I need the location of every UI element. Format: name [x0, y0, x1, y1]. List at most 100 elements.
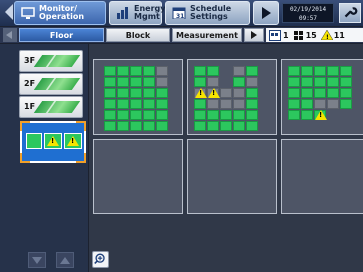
floor-scroll-up-button[interactable] — [56, 252, 74, 268]
unit-cell[interactable] — [207, 99, 219, 109]
unit-cell[interactable] — [220, 88, 232, 98]
unit-cell[interactable] — [156, 77, 168, 87]
block-card-empty[interactable] — [187, 139, 277, 214]
block-card[interactable]: ! — [281, 59, 363, 135]
unit-cell[interactable] — [130, 88, 142, 98]
unit-cell[interactable] — [156, 99, 168, 109]
unit-cell[interactable] — [220, 110, 232, 120]
unit-cell[interactable] — [143, 66, 155, 76]
unit-cell[interactable] — [117, 66, 129, 76]
unit-cell[interactable] — [117, 110, 129, 120]
back-arrow-icon[interactable] — [5, 4, 13, 20]
unit-cell[interactable] — [314, 77, 326, 87]
forward-button[interactable] — [253, 1, 279, 25]
wrench-icon[interactable] — [339, 3, 361, 23]
floor-button-2f[interactable]: 2F — [19, 73, 83, 95]
block-card-empty[interactable] — [93, 139, 183, 214]
unit-cell[interactable] — [288, 66, 300, 76]
unit-cell[interactable] — [340, 77, 352, 87]
unit-cell[interactable] — [207, 121, 219, 131]
unit-cell[interactable] — [233, 88, 245, 98]
unit-cell[interactable] — [246, 110, 258, 120]
unit-cell[interactable]: ! — [207, 88, 220, 98]
monitor-operation-button[interactable]: Monitor/ Operation — [14, 1, 106, 25]
unit-cell[interactable] — [327, 99, 339, 109]
unit-cell[interactable] — [220, 121, 232, 131]
unit-cell[interactable] — [327, 88, 339, 98]
unit-cell[interactable] — [233, 121, 245, 131]
unit-cell[interactable] — [233, 110, 245, 120]
unit-cell[interactable] — [104, 66, 116, 76]
zoom-button[interactable] — [92, 251, 109, 268]
unit-cell[interactable] — [130, 77, 142, 87]
unit-cell[interactable] — [246, 99, 258, 109]
unit-cell[interactable] — [207, 110, 219, 120]
unit-cell[interactable] — [246, 66, 258, 76]
unit-cell[interactable] — [194, 121, 206, 131]
block-card[interactable]: !! — [187, 59, 277, 135]
tab-scroll-right-button[interactable] — [244, 28, 264, 42]
floor-button-1f[interactable]: 1F — [19, 96, 83, 118]
floor-button-3f[interactable]: 3F — [19, 50, 83, 72]
floor-scroll-down-button[interactable] — [28, 252, 46, 268]
tab-block[interactable]: Block — [106, 28, 170, 42]
unit-cell[interactable]: ! — [194, 88, 207, 98]
unit-cell[interactable] — [130, 121, 142, 131]
unit-cell[interactable] — [314, 99, 326, 109]
unit-cell[interactable] — [194, 99, 206, 109]
unit-cell[interactable] — [301, 88, 313, 98]
block-card[interactable] — [93, 59, 183, 135]
tab-floor[interactable]: Floor — [19, 28, 104, 42]
unit-cell[interactable] — [130, 99, 142, 109]
unit-cell[interactable] — [194, 110, 206, 120]
selected-floor-overview[interactable]: ! ! — [20, 121, 86, 163]
unit-cell[interactable] — [143, 121, 155, 131]
unit-cell[interactable] — [207, 77, 219, 87]
unit-cell[interactable] — [288, 77, 300, 87]
unit-cell[interactable] — [117, 121, 129, 131]
unit-cell[interactable] — [246, 121, 258, 131]
unit-cell[interactable] — [301, 77, 313, 87]
unit-cell[interactable] — [314, 66, 326, 76]
unit-cell[interactable] — [301, 66, 313, 76]
unit-cell[interactable] — [327, 77, 339, 87]
unit-cell[interactable] — [117, 88, 129, 98]
unit-cell[interactable] — [130, 110, 142, 120]
schedule-settings-button[interactable]: 31 Schedule Settings — [165, 1, 250, 25]
unit-cell[interactable]: ! — [314, 110, 327, 120]
unit-cell[interactable] — [143, 88, 155, 98]
unit-cell[interactable] — [156, 110, 168, 120]
unit-cell[interactable] — [156, 121, 168, 131]
unit-cell[interactable] — [220, 99, 232, 109]
unit-cell[interactable] — [143, 77, 155, 87]
unit-cell[interactable] — [194, 66, 206, 76]
unit-cell[interactable] — [246, 88, 258, 98]
unit-cell[interactable] — [143, 110, 155, 120]
unit-cell[interactable] — [233, 99, 245, 109]
unit-cell[interactable] — [117, 77, 129, 87]
unit-cell[interactable] — [104, 110, 116, 120]
unit-cell[interactable] — [288, 99, 300, 109]
unit-cell[interactable] — [117, 99, 129, 109]
unit-cell[interactable] — [246, 77, 258, 87]
unit-cell[interactable] — [314, 88, 326, 98]
unit-cell[interactable] — [233, 66, 245, 76]
unit-cell[interactable] — [156, 88, 168, 98]
unit-cell[interactable] — [288, 88, 300, 98]
unit-cell[interactable] — [288, 110, 300, 120]
unit-cell[interactable] — [104, 77, 116, 87]
unit-cell[interactable] — [143, 99, 155, 109]
tab-measurement[interactable]: Measurement — [172, 28, 242, 42]
block-card-empty[interactable] — [281, 139, 363, 214]
unit-cell[interactable] — [301, 99, 313, 109]
unit-cell[interactable] — [301, 110, 313, 120]
unit-cell[interactable] — [340, 66, 352, 76]
unit-cell[interactable] — [327, 66, 339, 76]
unit-cell[interactable] — [130, 66, 142, 76]
unit-cell[interactable] — [156, 66, 168, 76]
energy-management-button[interactable]: Energy Mgmt — [109, 1, 165, 25]
tab-scroll-left-icon[interactable] — [3, 28, 17, 42]
unit-cell[interactable] — [207, 66, 219, 76]
unit-cell[interactable] — [340, 88, 352, 98]
unit-cell[interactable] — [233, 77, 245, 87]
